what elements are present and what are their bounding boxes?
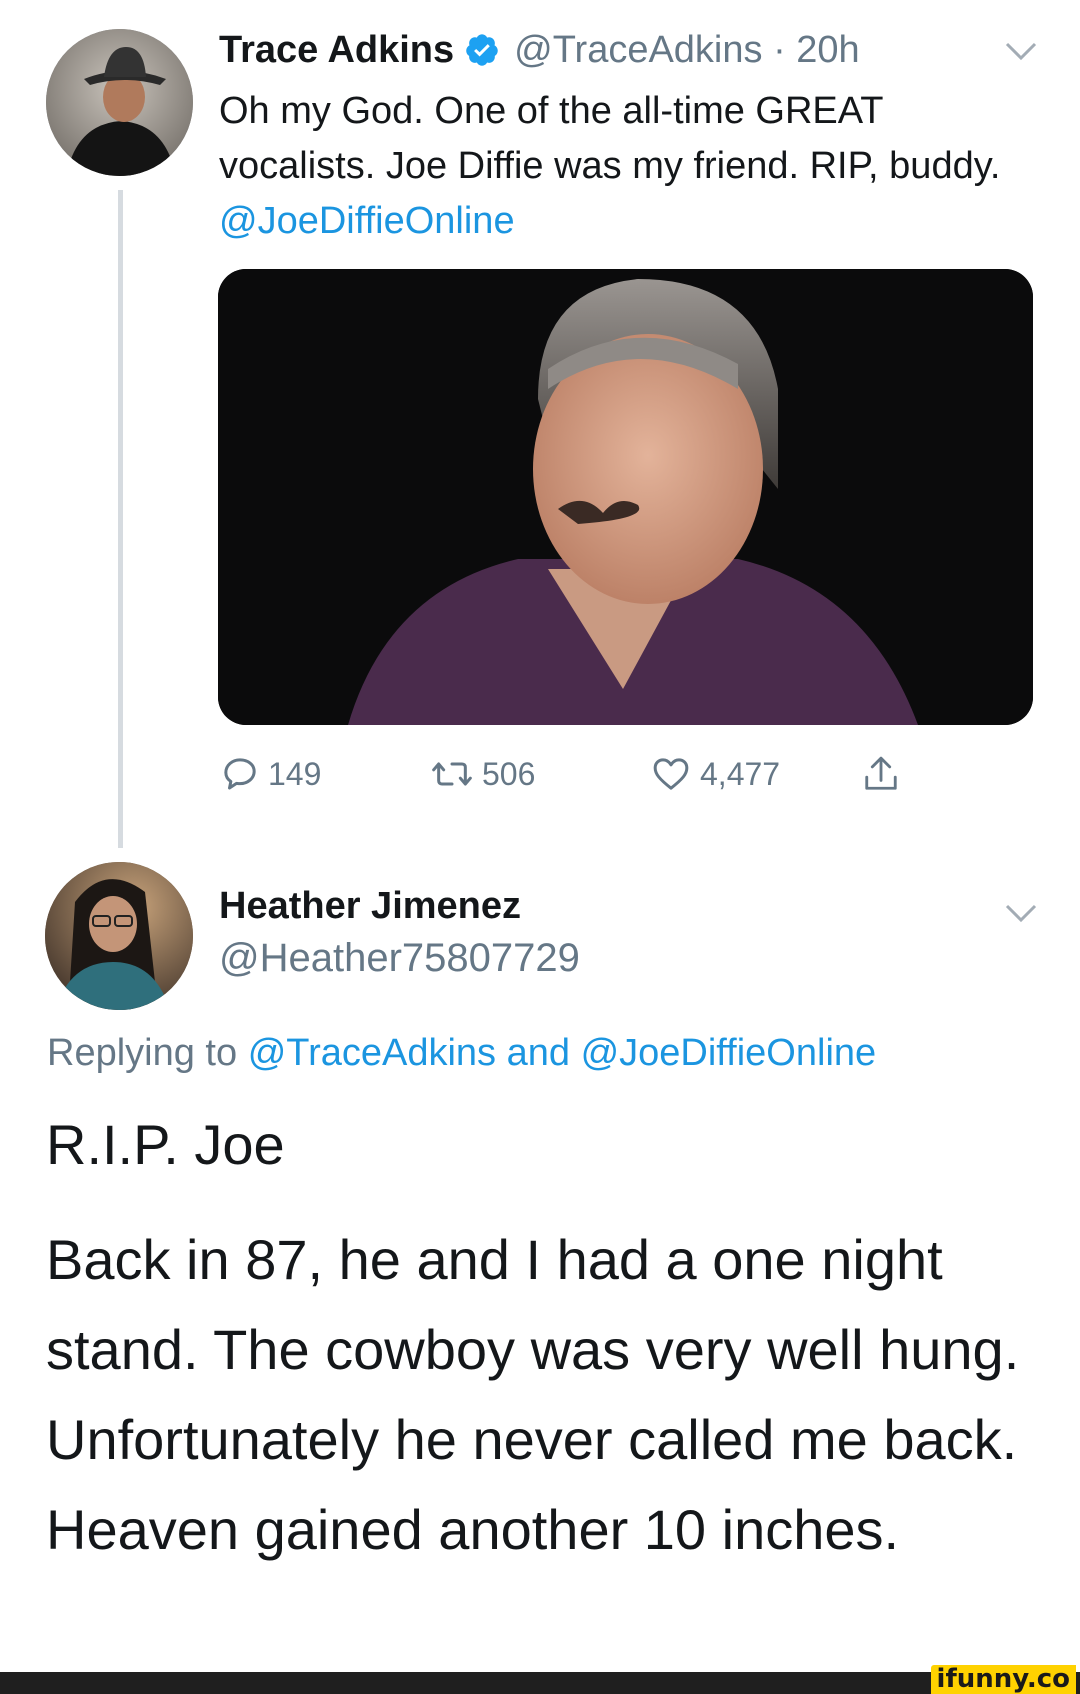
retweet-icon: [432, 762, 472, 786]
reply-action[interactable]: 149: [220, 748, 321, 800]
like-count: 4,477: [700, 755, 781, 792]
share-action[interactable]: [862, 748, 900, 800]
tweet-mention-link[interactable]: @JoeDiffieOnline: [219, 200, 515, 242]
thread-connector-line: [118, 190, 123, 848]
reply-text-line1: R.I.P. Joe: [46, 1113, 285, 1176]
replying-mention-trace[interactable]: @TraceAdkins: [248, 1032, 496, 1074]
avatar-heather-jimenez[interactable]: [45, 862, 193, 1010]
tweet-header: Trace Adkins @TraceAdkins · 20h: [219, 20, 860, 80]
avatar-trace-adkins[interactable]: [46, 29, 193, 176]
reply-icon: [224, 758, 256, 790]
reply-text-story: Back in 87, he and I had a one night sta…: [46, 1228, 1020, 1561]
verified-badge-icon: [466, 34, 498, 66]
replying-mention-joe[interactable]: @JoeDiffieOnline: [581, 1032, 877, 1074]
chevron-down-icon[interactable]: [1004, 40, 1038, 62]
reply-count: 149: [268, 755, 322, 792]
ifunny-watermark: ifunny.co: [930, 1665, 1076, 1694]
like-action[interactable]: 4,477: [650, 748, 780, 800]
replying-to-label: Replying to: [47, 1032, 238, 1074]
watermark-bar: [0, 1672, 1080, 1694]
tweet-media-photo[interactable]: [218, 269, 1033, 725]
chevron-down-icon[interactable]: [1004, 902, 1038, 924]
reply-author-handle[interactable]: @Heather75807729: [219, 936, 580, 981]
author-display-name[interactable]: Trace Adkins: [219, 29, 454, 72]
replying-and-label: and: [506, 1032, 571, 1074]
tweet-text-body: Oh my God. One of the all-time GREAT voc…: [219, 90, 1001, 187]
tweet-text: Oh my God. One of the all-time GREAT voc…: [219, 84, 1019, 249]
share-icon: [865, 756, 897, 790]
like-icon: [653, 758, 689, 790]
replying-to-line: Replying to @TraceAdkins and @JoeDiffieO…: [47, 1032, 876, 1075]
reply-author-display-name[interactable]: Heather Jimenez: [219, 885, 521, 928]
retweet-count: 506: [482, 755, 536, 792]
retweet-action[interactable]: 506: [430, 748, 535, 800]
author-handle-and-time[interactable]: @TraceAdkins · 20h: [514, 29, 860, 72]
